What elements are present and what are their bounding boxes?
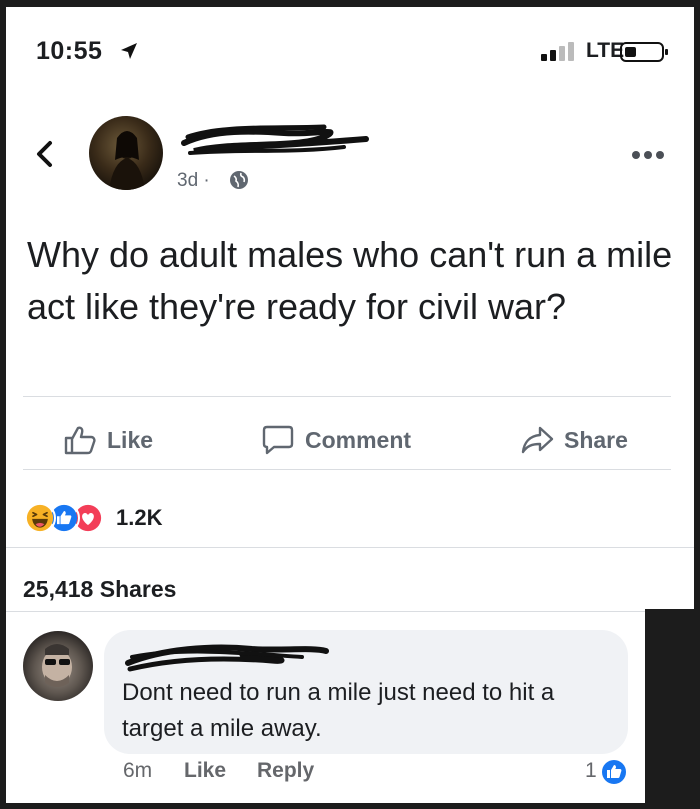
carrier-label: LTE <box>586 39 625 62</box>
location-arrow-icon <box>121 43 137 59</box>
comment-like-count: 1 <box>585 759 597 782</box>
shares-count[interactable]: 25,418 Shares <box>23 576 176 603</box>
status-time: 10:55 <box>36 37 103 65</box>
poster-avatar[interactable] <box>89 116 163 190</box>
comment-text: Dont need to run a mile just need to hit… <box>122 679 555 742</box>
comment-button[interactable]: Comment <box>261 418 411 462</box>
commenter-avatar[interactable] <box>23 631 93 701</box>
phone-screen: 10:55 LTE 3d · Why do adult males who ca… <box>6 7 694 803</box>
globe-icon <box>230 171 248 189</box>
status-bar: 10:55 LTE <box>6 7 694 87</box>
reaction-count: 1.2K <box>116 505 163 530</box>
haha-reaction-icon <box>24 502 56 534</box>
redacted-commenter-name <box>125 644 329 672</box>
battery-icon <box>620 42 668 62</box>
share-label: Share <box>564 426 628 453</box>
commenter-avatar-image <box>42 644 72 687</box>
comment-reply-button[interactable]: Reply <box>257 759 314 783</box>
share-button[interactable]: Share <box>520 418 628 462</box>
comment-timestamp[interactable]: 6m <box>123 759 152 783</box>
back-chevron-icon[interactable] <box>33 139 55 169</box>
comment-like-button[interactable]: Like <box>184 759 226 783</box>
share-arrow-icon <box>521 426 554 454</box>
like-button[interactable]: Like <box>63 418 153 462</box>
divider <box>23 396 671 397</box>
like-label: Like <box>107 426 154 453</box>
post-timestamp[interactable]: 3d · <box>177 170 210 192</box>
reactions-summary[interactable]: 1.2K <box>24 498 162 538</box>
comment-icon <box>262 425 294 455</box>
redacted-poster-name <box>181 124 369 155</box>
post-text: Why do adult males who can't run a mile … <box>27 234 673 327</box>
divider <box>6 547 694 548</box>
divider <box>23 469 671 470</box>
divider <box>6 611 694 612</box>
more-options-icon[interactable] <box>630 149 666 161</box>
thumbs-up-icon <box>64 426 96 455</box>
poster-avatar-image <box>109 131 145 190</box>
comment-label: Comment <box>305 426 412 453</box>
like-reaction-icon <box>600 758 628 786</box>
signal-bars-icon <box>541 42 574 61</box>
screenshot-border <box>645 609 700 809</box>
